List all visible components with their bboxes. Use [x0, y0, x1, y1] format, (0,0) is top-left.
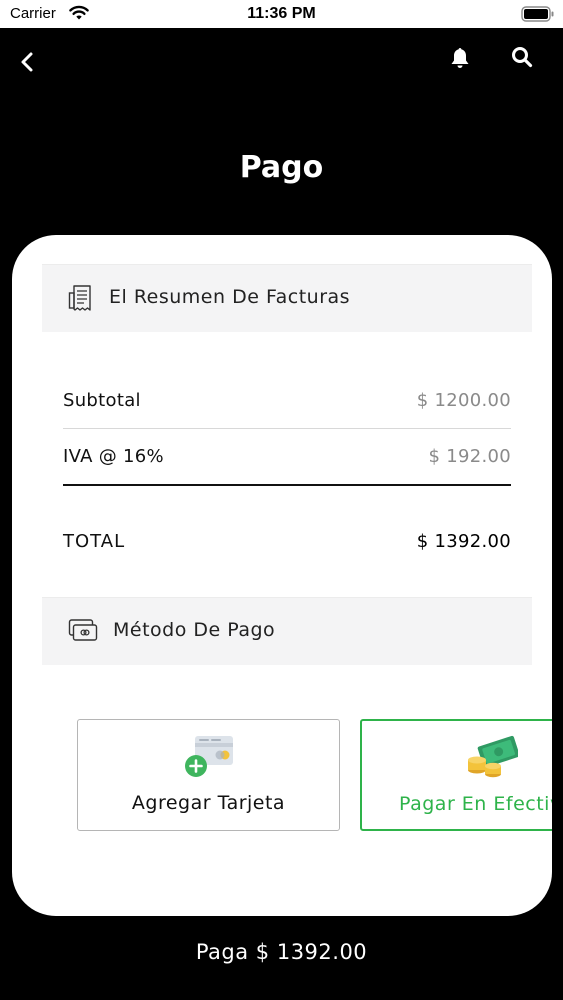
payment-method-header: Método De Pago	[42, 597, 532, 665]
bill-summary-title: El Resumen De Facturas	[109, 286, 351, 308]
payment-card: El Resumen De Facturas Subtotal $ 1200.0…	[12, 235, 552, 916]
back-button[interactable]	[16, 50, 40, 74]
divider	[63, 428, 511, 429]
add-card-option[interactable]: Agregar Tarjeta	[77, 719, 340, 831]
pay-cash-label: Pagar En Efectivo	[399, 793, 552, 815]
total-divider	[63, 484, 511, 486]
pay-button[interactable]: Paga $ 1392.00	[0, 940, 563, 964]
total-label: TOTAL	[63, 531, 126, 552]
add-card-label: Agregar Tarjeta	[131, 792, 286, 814]
subtotal-value: $ 1200.00	[416, 390, 511, 411]
bell-icon	[451, 48, 469, 68]
vat-label: IVA @ 16%	[63, 446, 164, 467]
battery-icon	[521, 6, 555, 26]
subtotal-label: Subtotal	[63, 390, 141, 411]
add-card-icon	[184, 734, 234, 784]
payment-cards-icon	[68, 617, 98, 647]
search-button[interactable]	[510, 45, 534, 69]
bill-summary-header: El Resumen De Facturas	[42, 264, 532, 332]
vat-row: IVA @ 16% $ 192.00	[63, 438, 511, 478]
page-title: Pago	[239, 150, 324, 185]
cash-icon	[466, 735, 520, 785]
nav-bar	[0, 28, 563, 98]
receipt-icon	[68, 284, 94, 316]
total-value: $ 1392.00	[416, 531, 511, 552]
pay-cash-option[interactable]: Pagar En Efectivo	[360, 719, 552, 831]
total-row: TOTAL $ 1392.00	[63, 523, 511, 563]
status-bar: Carrier 11:36 PM	[0, 0, 563, 28]
vat-value: $ 192.00	[428, 446, 511, 467]
back-arrow-icon	[21, 52, 33, 72]
notifications-button[interactable]	[448, 46, 472, 70]
subtotal-row: Subtotal $ 1200.00	[63, 382, 511, 422]
clock: 11:36 PM	[247, 5, 316, 22]
search-icon	[512, 47, 533, 68]
payment-method-title: Método De Pago	[113, 619, 276, 641]
